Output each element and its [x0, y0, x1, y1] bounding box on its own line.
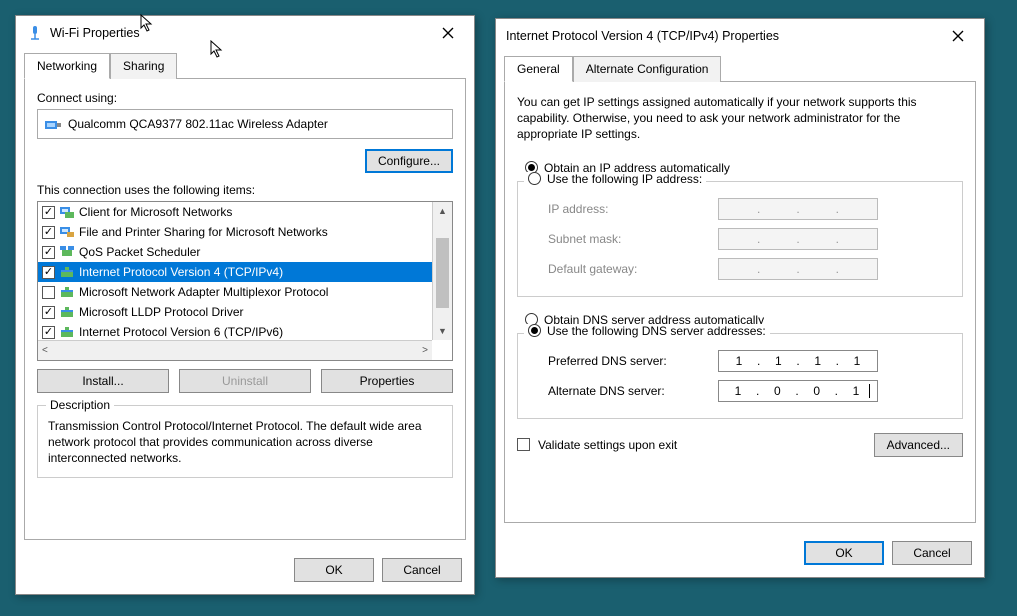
- list-item-label: File and Printer Sharing for Microsoft N…: [79, 225, 328, 239]
- dns-manual-label: Use the following DNS server addresses:: [547, 324, 766, 338]
- close-button[interactable]: [940, 23, 976, 49]
- preferred-dns-label: Preferred DNS server:: [548, 354, 708, 368]
- client-icon: [59, 204, 75, 220]
- tab-body: You can get IP settings assigned automat…: [504, 81, 976, 523]
- configure-button[interactable]: Configure...: [365, 149, 453, 173]
- list-item[interactable]: Microsoft Network Adapter Multiplexor Pr…: [38, 282, 432, 302]
- radio-checked-icon: [528, 324, 541, 337]
- scroll-up-icon[interactable]: ▲: [433, 202, 452, 220]
- uninstall-button: Uninstall: [179, 369, 311, 393]
- tab-strip: General Alternate Configuration: [496, 51, 984, 81]
- radio-unchecked-icon: [528, 172, 541, 185]
- titlebar: Internet Protocol Version 4 (TCP/IPv4) P…: [496, 19, 984, 51]
- tab-alternate[interactable]: Alternate Configuration: [573, 56, 722, 82]
- dialog-title: Internet Protocol Version 4 (TCP/IPv4) P…: [506, 29, 940, 43]
- adapter-name: Qualcomm QCA9377 802.11ac Wireless Adapt…: [68, 117, 328, 131]
- gateway-label: Default gateway:: [548, 262, 708, 276]
- alternate-dns-label: Alternate DNS server:: [548, 384, 708, 398]
- gateway-input: ...: [718, 258, 878, 280]
- wifi-icon: [26, 24, 44, 42]
- adapter-field[interactable]: Qualcomm QCA9377 802.11ac Wireless Adapt…: [37, 109, 453, 139]
- scroll-thumb[interactable]: [436, 238, 449, 308]
- list-item-label: QoS Packet Scheduler: [79, 245, 200, 259]
- subnet-input: ...: [718, 228, 878, 250]
- tab-strip: Networking Sharing: [16, 48, 474, 78]
- list-item-label: Internet Protocol Version 6 (TCP/IPv6): [79, 325, 283, 339]
- checkbox-icon[interactable]: [42, 326, 55, 339]
- list-item-label: Microsoft Network Adapter Multiplexor Pr…: [79, 285, 328, 299]
- cursor-icon: [210, 40, 226, 60]
- wifi-properties-dialog: Wi-Fi Properties Networking Sharing Conn…: [15, 15, 475, 595]
- ok-button[interactable]: OK: [294, 558, 374, 582]
- ip-address-label: IP address:: [548, 202, 708, 216]
- checkbox-unchecked-icon: [517, 438, 530, 451]
- install-button[interactable]: Install...: [37, 369, 169, 393]
- checkbox-icon[interactable]: [42, 226, 55, 239]
- list-item-label: Microsoft LLDP Protocol Driver: [79, 305, 244, 319]
- dialog-title: Wi-Fi Properties: [50, 26, 430, 40]
- ip-manual-label: Use the following IP address:: [547, 172, 702, 186]
- scroll-down-icon[interactable]: ▼: [433, 322, 452, 340]
- proto-icon: [59, 304, 75, 320]
- titlebar: Wi-Fi Properties: [16, 16, 474, 48]
- ok-button[interactable]: OK: [804, 541, 884, 565]
- validate-checkbox[interactable]: Validate settings upon exit: [517, 438, 677, 452]
- ip-address-input: ...: [718, 198, 878, 220]
- cancel-button[interactable]: Cancel: [892, 541, 972, 565]
- share-icon: [59, 224, 75, 240]
- connection-items-list[interactable]: Client for Microsoft Networks File and Pr…: [37, 201, 453, 361]
- list-item[interactable]: QoS Packet Scheduler: [38, 242, 432, 262]
- horizontal-scrollbar[interactable]: < >: [38, 340, 432, 360]
- cancel-button[interactable]: Cancel: [382, 558, 462, 582]
- qos-icon: [59, 244, 75, 260]
- description-text: Transmission Control Protocol/Internet P…: [48, 418, 442, 467]
- alternate-dns-input[interactable]: 1. 0. 0. 1: [718, 380, 878, 402]
- list-item[interactable]: File and Printer Sharing for Microsoft N…: [38, 222, 432, 242]
- vertical-scrollbar[interactable]: ▲ ▼: [432, 202, 452, 340]
- dns-manual-radio[interactable]: Use the following DNS server addresses:: [524, 324, 770, 338]
- list-item[interactable]: Client for Microsoft Networks: [38, 202, 432, 222]
- checkbox-icon[interactable]: [42, 206, 55, 219]
- scroll-right-icon[interactable]: >: [422, 345, 428, 356]
- close-button[interactable]: [430, 20, 466, 46]
- info-text: You can get IP settings assigned automat…: [517, 94, 963, 143]
- tab-networking[interactable]: Networking: [24, 53, 110, 79]
- validate-label: Validate settings upon exit: [538, 438, 677, 452]
- proto-icon: [59, 324, 75, 340]
- ipv4-properties-dialog: Internet Protocol Version 4 (TCP/IPv4) P…: [495, 18, 985, 578]
- ip-manual-group: Use the following IP address: IP address…: [517, 181, 963, 297]
- connect-using-label: Connect using:: [37, 91, 453, 105]
- list-item[interactable]: Microsoft LLDP Protocol Driver: [38, 302, 432, 322]
- description-label: Description: [46, 398, 114, 412]
- subnet-label: Subnet mask:: [548, 232, 708, 246]
- tab-body: Connect using: Qualcomm QCA9377 802.11ac…: [24, 78, 466, 540]
- list-item[interactable]: Internet Protocol Version 6 (TCP/IPv6): [38, 322, 432, 340]
- advanced-button[interactable]: Advanced...: [874, 433, 963, 457]
- checkbox-icon[interactable]: [42, 306, 55, 319]
- text-caret: [869, 384, 870, 398]
- list-item[interactable]: Internet Protocol Version 4 (TCP/IPv4): [38, 262, 432, 282]
- properties-button[interactable]: Properties: [321, 369, 453, 393]
- dns-manual-group: Use the following DNS server addresses: …: [517, 333, 963, 419]
- cursor-icon: [140, 14, 156, 34]
- description-group: Description Transmission Control Protoco…: [37, 405, 453, 478]
- checkbox-icon[interactable]: [42, 286, 55, 299]
- tab-general[interactable]: General: [504, 56, 573, 82]
- checkbox-icon[interactable]: [42, 266, 55, 279]
- ip-manual-radio[interactable]: Use the following IP address:: [524, 172, 706, 186]
- list-item-label: Internet Protocol Version 4 (TCP/IPv4): [79, 265, 283, 279]
- proto-icon: [59, 264, 75, 280]
- items-label: This connection uses the following items…: [37, 183, 453, 197]
- proto-icon: [59, 284, 75, 300]
- list-item-label: Client for Microsoft Networks: [79, 205, 232, 219]
- tab-sharing[interactable]: Sharing: [110, 53, 177, 79]
- preferred-dns-input[interactable]: 1. 1. 1. 1: [718, 350, 878, 372]
- scroll-left-icon[interactable]: <: [42, 345, 48, 356]
- checkbox-icon[interactable]: [42, 246, 55, 259]
- adapter-icon: [44, 117, 62, 131]
